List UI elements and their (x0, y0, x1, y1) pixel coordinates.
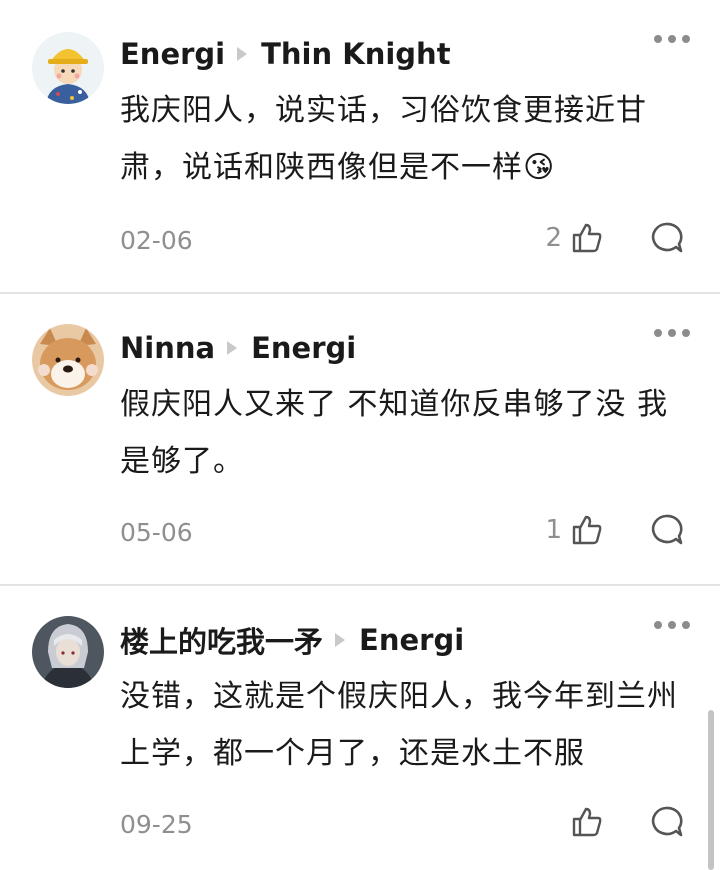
like-button[interactable]: 1 (520, 510, 604, 550)
cartoon-avatar-icon (32, 32, 104, 104)
anime-avatar-icon (32, 616, 104, 688)
more-dots-icon[interactable] (654, 326, 690, 340)
author-name[interactable]: Energi (120, 37, 225, 71)
author-name[interactable]: Ninna (120, 331, 215, 365)
reply-to-name[interactable]: Thin Knight (261, 37, 450, 71)
thumbs-up-icon (572, 515, 602, 545)
comment-item: 楼上的吃我一矛 Energi 没错，这就是个假庆阳人，我今年到兰州上学，都一个月… (0, 586, 720, 870)
avatar[interactable] (32, 32, 104, 104)
comment-header: 楼上的吃我一矛 Energi (120, 620, 464, 660)
like-count: 2 (545, 223, 562, 253)
like-button[interactable]: 2 (520, 218, 604, 258)
avatar[interactable] (32, 324, 104, 396)
scrollbar[interactable] (708, 710, 714, 870)
more-dots-icon[interactable] (654, 618, 690, 632)
author-name[interactable]: 楼上的吃我一矛 (120, 619, 323, 661)
reply-to-name[interactable]: Energi (359, 623, 464, 657)
comment-bubble-icon[interactable] (646, 218, 686, 258)
dog-avatar-icon (32, 324, 104, 396)
comment-header: Ninna Energi (120, 328, 356, 368)
comment-date: 09-25 (120, 810, 193, 839)
thumbs-up-icon (572, 223, 602, 253)
reply-to-name[interactable]: Energi (251, 331, 356, 365)
comment-header: Energi Thin Knight (120, 34, 451, 74)
comment-date: 05-06 (120, 518, 193, 547)
comment-text: 没错，这就是个假庆阳人，我今年到兰州上学，都一个月了，还是水土不服 (120, 679, 678, 771)
more-dots-icon[interactable] (654, 32, 690, 46)
comment-text: 我庆阳人，说实话，习俗饮食更接近甘肃，说话和陕西像但是不一样😘 (120, 93, 647, 185)
comment-bubble-icon[interactable] (646, 802, 686, 842)
avatar[interactable] (32, 616, 104, 688)
comment-item: Energi Thin Knight 我庆阳人，说实话，习俗饮食更接近甘肃，说话… (0, 0, 720, 292)
thumbs-up-icon (572, 807, 602, 837)
comment-text: 假庆阳人又来了 不知道你反串够了没 我是够了。 (120, 387, 669, 479)
like-button[interactable] (520, 802, 604, 842)
reply-arrow-icon (227, 341, 238, 355)
like-count: 1 (545, 515, 562, 545)
comment-date: 02-06 (120, 226, 193, 255)
comment-bubble-icon[interactable] (646, 510, 686, 550)
comment-item: Ninna Energi 假庆阳人又来了 不知道你反串够了没 我是够了。 05-… (0, 294, 720, 584)
reply-arrow-icon (335, 633, 346, 647)
reply-arrow-icon (237, 47, 248, 61)
